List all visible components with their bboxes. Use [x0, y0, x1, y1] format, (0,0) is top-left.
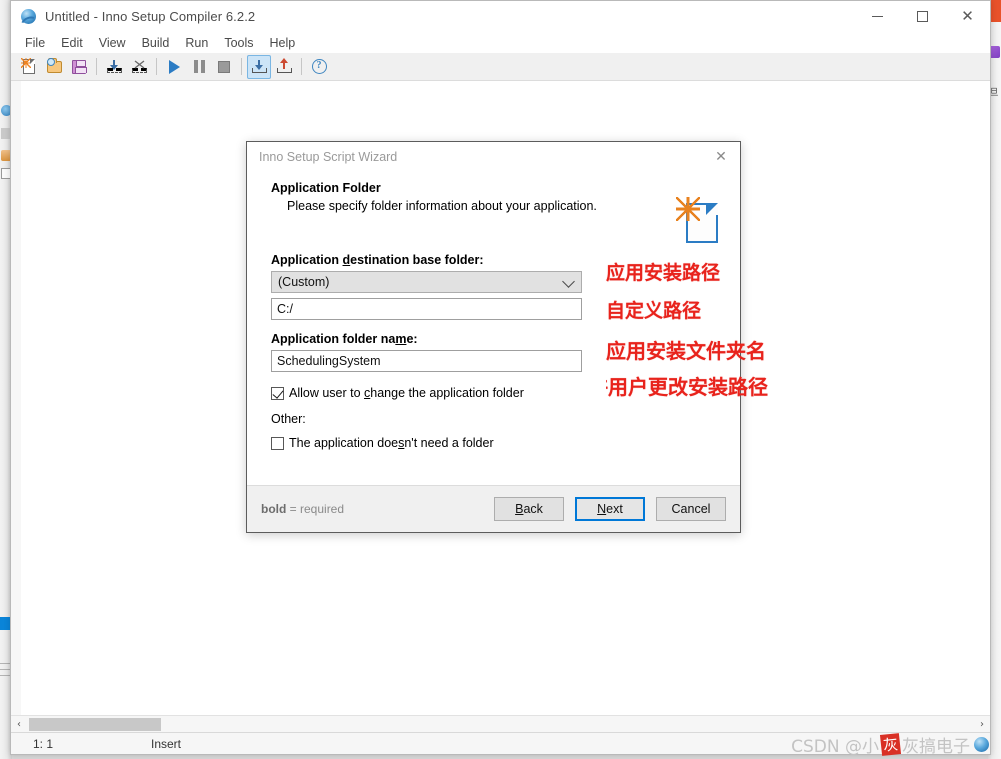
- scrollbar-thumb[interactable]: [29, 718, 161, 731]
- wizard-title-bar: Inno Setup Script Wizard ✕: [247, 142, 740, 171]
- open-file-icon[interactable]: [42, 55, 66, 79]
- chevron-down-icon: [562, 275, 575, 288]
- allow-change-folder-label: Allow user to change the application fol…: [289, 386, 524, 400]
- compile-icon[interactable]: [247, 54, 271, 79]
- annotation-folder-name: 应用安装文件夹名: [606, 339, 766, 363]
- next-accel: N: [597, 502, 607, 516]
- new-file-icon[interactable]: [17, 55, 41, 79]
- stop-icon[interactable]: [212, 55, 236, 79]
- menu-item-run[interactable]: Run: [177, 34, 216, 52]
- horizontal-scrollbar[interactable]: ‹ ›: [11, 715, 990, 732]
- menu-bar: File Edit View Build Run Tools Help: [11, 32, 990, 53]
- required-legend: bold = required: [261, 502, 345, 516]
- menu-item-view[interactable]: View: [91, 34, 134, 52]
- help-icon[interactable]: ?: [307, 55, 331, 79]
- toolbar-separator: [241, 58, 242, 75]
- pause-icon[interactable]: [187, 55, 211, 79]
- toolbar-separator: [301, 58, 302, 75]
- wizard-body: Application Folder Please specify folder…: [247, 171, 740, 485]
- folder-name-accel: m: [395, 332, 407, 346]
- import-icon[interactable]: [102, 55, 126, 79]
- toolbar-separator: [96, 58, 97, 75]
- screen: 旦 Untitled - Inno Setup Compiler 6.2.2 ✕…: [0, 0, 1001, 759]
- new-script-document-icon: [676, 197, 720, 245]
- folder-name-input[interactable]: SchedulingSystem: [271, 350, 582, 372]
- folder-form: Application destination base folder: (Cu…: [271, 253, 583, 450]
- save-file-icon[interactable]: [67, 55, 91, 79]
- menu-item-file[interactable]: File: [17, 34, 53, 52]
- insert-mode-indicator: Insert: [151, 736, 182, 751]
- cancel-button[interactable]: Cancel: [656, 497, 726, 521]
- wizard-close-icon[interactable]: ✕: [702, 142, 740, 171]
- required-legend-bold: bold: [261, 502, 287, 516]
- app-globe-icon: [18, 8, 39, 29]
- csdn-watermark: CSDN @小灰灰搞电子: [791, 732, 989, 757]
- base-folder-label: Application destination base folder:: [271, 253, 484, 267]
- menu-item-build[interactable]: Build: [134, 34, 178, 52]
- window-title: Untitled - Inno Setup Compiler 6.2.2: [45, 9, 256, 24]
- annotation-custom-path: 自定义路径: [606, 300, 702, 322]
- maximize-button[interactable]: [900, 1, 945, 32]
- menu-item-help[interactable]: Help: [262, 34, 304, 52]
- back-button[interactable]: Back: [494, 497, 564, 521]
- cursor-position: 1: 1: [33, 736, 54, 751]
- allow-change-folder-checkbox-row[interactable]: Allow user to change the application fol…: [271, 386, 583, 400]
- close-file-icon[interactable]: [127, 55, 151, 79]
- base-folder-value: (Custom): [278, 275, 330, 289]
- wizard-title: Inno Setup Script Wizard: [259, 149, 398, 164]
- wizard-buttons: Back Next Cancel: [494, 497, 726, 521]
- custom-path-value: C:/: [277, 302, 293, 316]
- checkmark-icon[interactable]: [271, 386, 284, 400]
- minimize-button[interactable]: [855, 1, 900, 32]
- menu-item-edit[interactable]: Edit: [53, 34, 91, 52]
- title-bar: Untitled - Inno Setup Compiler 6.2.2 ✕: [11, 1, 990, 32]
- custom-path-input[interactable]: C:/: [271, 298, 582, 320]
- watermark-prefix: CSDN @小: [791, 737, 879, 757]
- folder-name-label: Application folder name:: [271, 332, 418, 346]
- no-folder-checkbox-row[interactable]: The application doesn't need a folder: [271, 436, 583, 450]
- annotation-install-path: 应用安装路径: [606, 262, 721, 284]
- other-section-label: Other:: [271, 412, 306, 426]
- base-folder-select[interactable]: (Custom): [271, 271, 582, 293]
- wizard-footer: bold = required Back Next Cancel: [247, 485, 740, 532]
- folder-name-value: SchedulingSystem: [277, 354, 381, 368]
- close-button[interactable]: ✕: [945, 1, 990, 32]
- toolbar: ?: [11, 53, 990, 81]
- menu-item-tools[interactable]: Tools: [216, 34, 261, 52]
- publish-icon[interactable]: [272, 55, 296, 79]
- run-icon[interactable]: [162, 55, 186, 79]
- watermark-seal: 灰: [879, 733, 902, 756]
- no-folder-label: The application doesn't need a folder: [289, 436, 494, 450]
- next-button[interactable]: Next: [575, 497, 645, 521]
- watermark-suffix: 灰搞电子: [902, 737, 970, 757]
- scroll-left-arrow[interactable]: ‹: [11, 719, 27, 730]
- page-subtitle: Please specify folder information about …: [287, 199, 597, 213]
- toolbar-separator: [156, 58, 157, 75]
- scroll-right-arrow[interactable]: ›: [974, 719, 990, 730]
- window-controls: ✕: [855, 1, 990, 32]
- page-title: Application Folder: [271, 181, 381, 195]
- empty-checkbox-icon[interactable]: [271, 436, 284, 450]
- watermark-globe-icon: [974, 737, 989, 752]
